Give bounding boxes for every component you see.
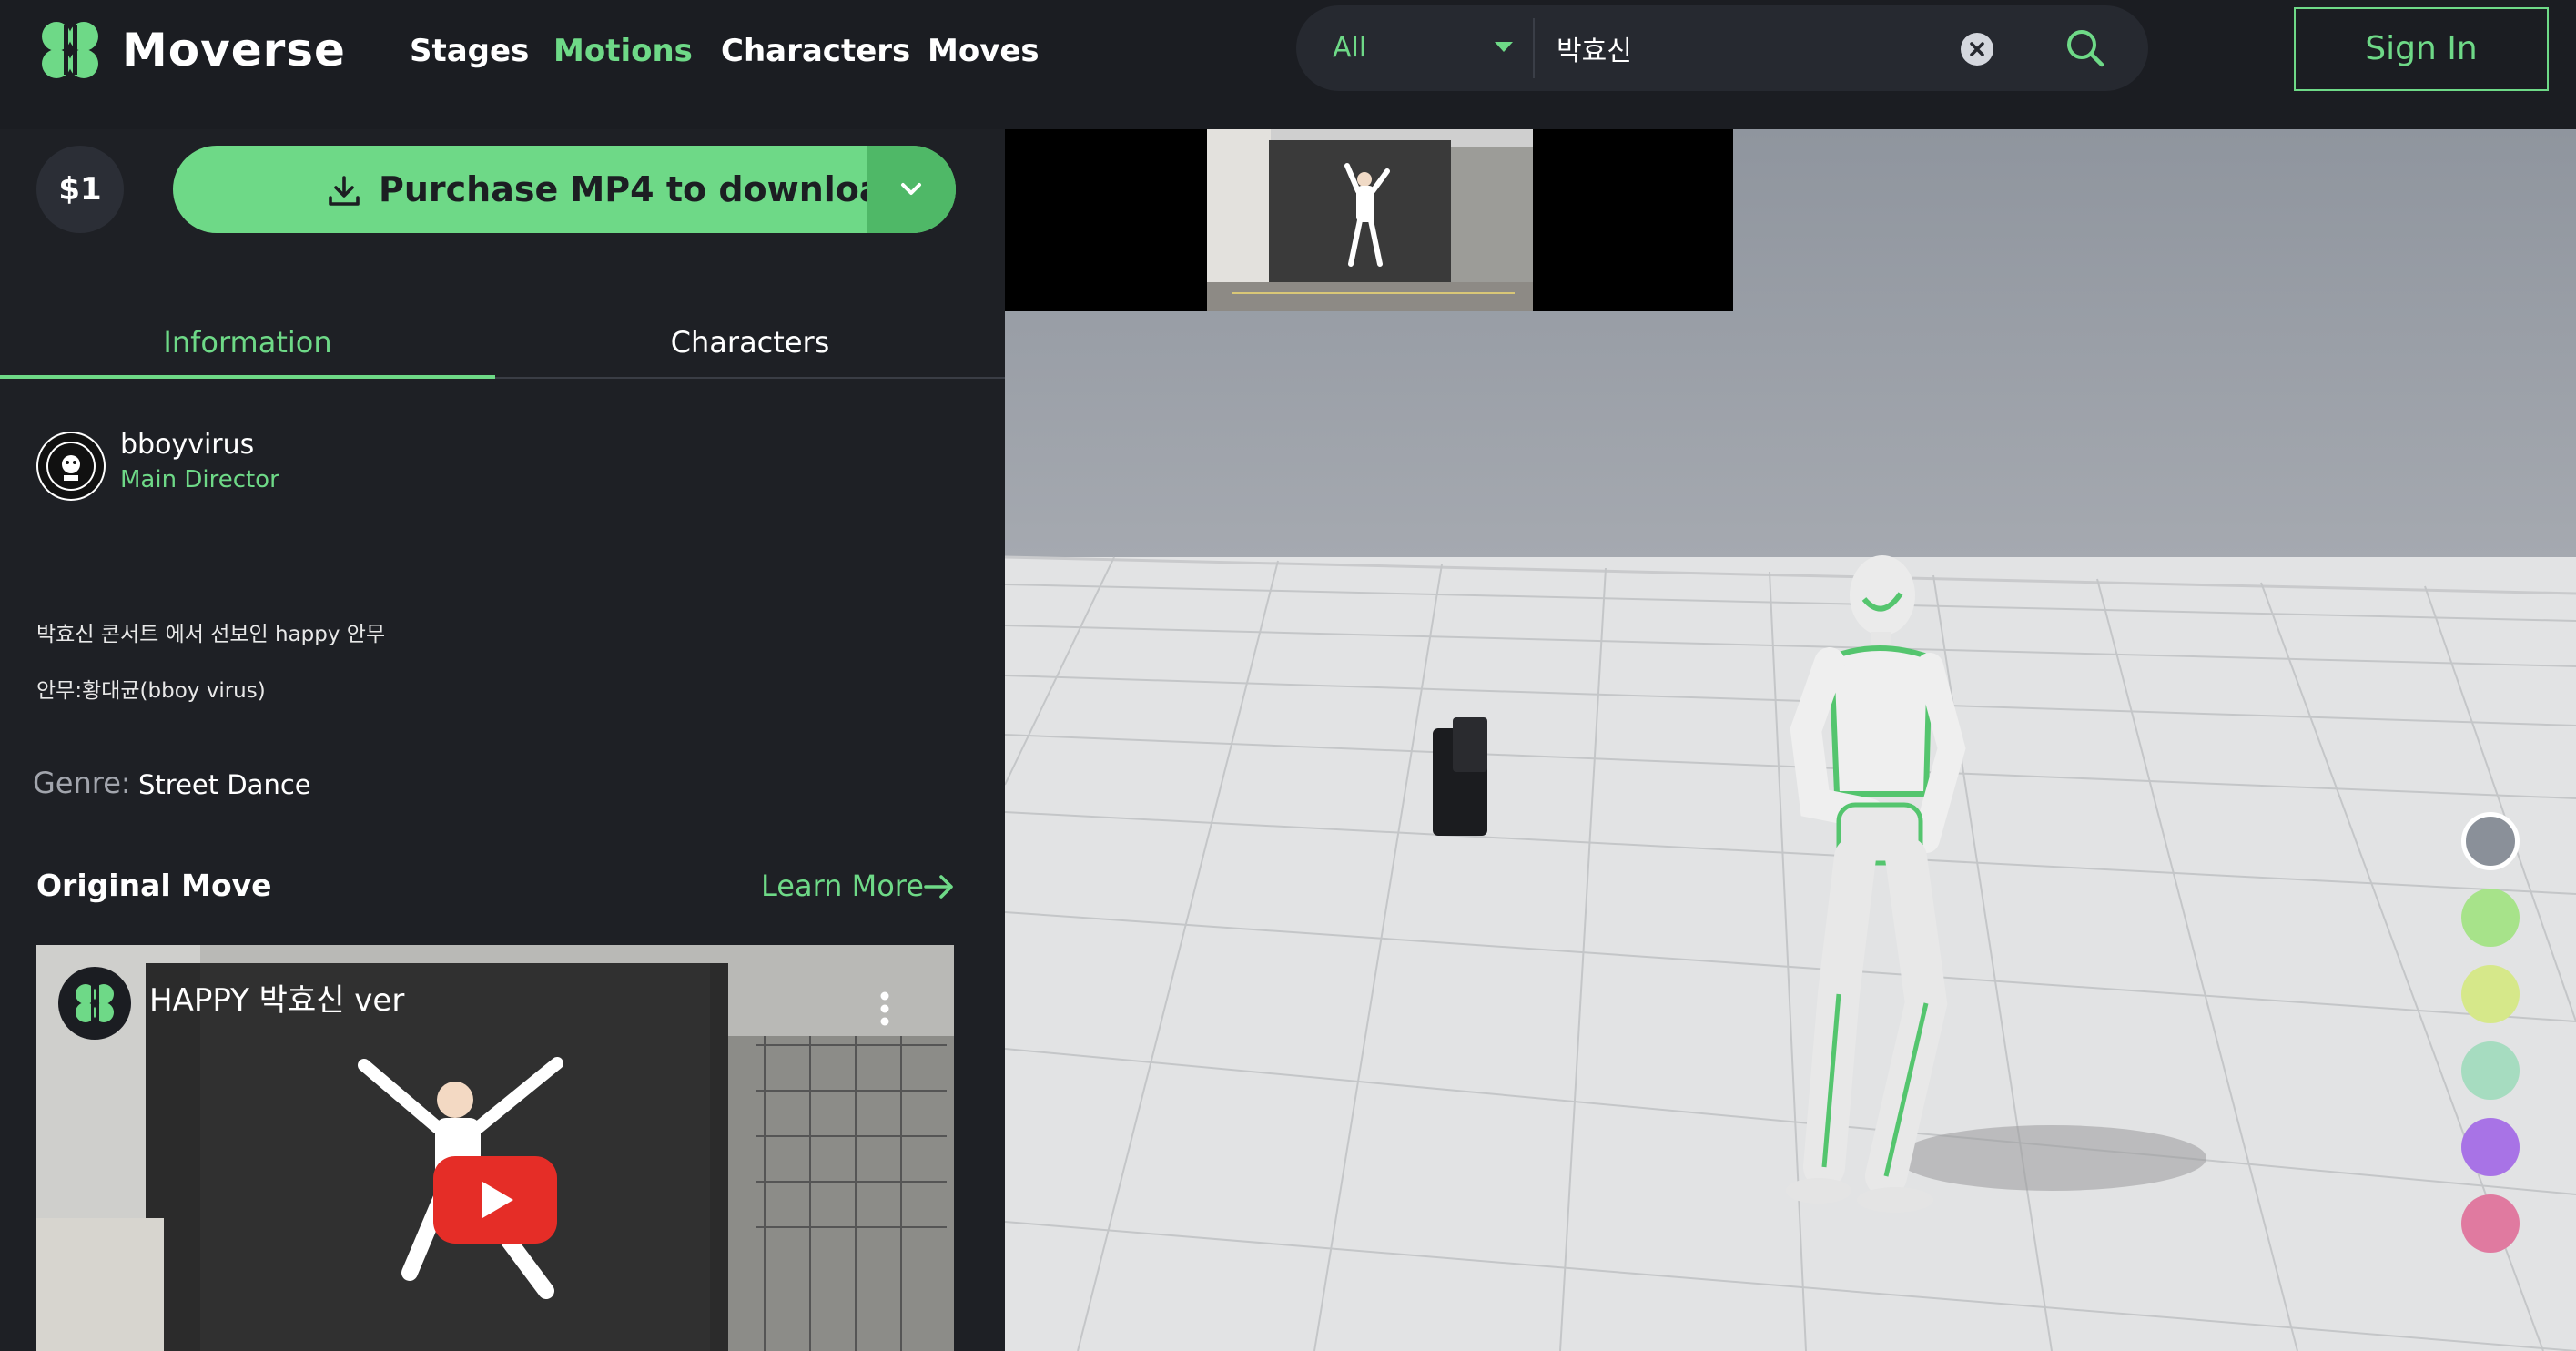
color-swatch-mint[interactable] (2461, 1041, 2520, 1100)
3d-scene (1005, 129, 2576, 1351)
search-divider (1533, 18, 1535, 78)
sign-in-button[interactable]: Sign In (2294, 7, 2549, 91)
chevron-down-icon (901, 183, 921, 195)
avatar[interactable] (36, 432, 106, 501)
nav-characters[interactable]: Characters (721, 31, 910, 71)
brand-name[interactable]: Moverse (122, 18, 346, 82)
color-swatch-lime[interactable] (2461, 965, 2520, 1023)
search-input[interactable] (1555, 18, 1955, 78)
tab-information[interactable]: Information (0, 308, 495, 377)
original-move-heading: Original Move (36, 868, 272, 903)
color-swatch-pink[interactable] (2461, 1194, 2520, 1253)
description-line: 박효신 콘서트 에서 선보인 happy 안무 (36, 623, 386, 646)
motion-3d-viewport[interactable] (1005, 129, 2576, 1351)
purchase-button[interactable]: Purchase MP4 to download (173, 146, 956, 233)
purchase-options-toggle[interactable] (867, 146, 956, 233)
genre-value: Street Dance (138, 769, 311, 800)
download-icon (329, 176, 360, 206)
search-bar: All (1296, 5, 2148, 91)
purchase-button-label: Purchase MP4 to download (379, 169, 908, 209)
nav-moves[interactable]: Moves (928, 31, 1040, 71)
author-role: Main Director (120, 466, 279, 493)
detail-tabs: Information Characters (0, 308, 1005, 379)
tab-characters[interactable]: Characters (502, 308, 998, 377)
video-title: HAPPY 박효신 ver (149, 982, 405, 1019)
reference-video-thumbnail[interactable] (1005, 129, 1733, 311)
clear-icon[interactable] (1961, 33, 1993, 66)
youtube-play-icon[interactable] (433, 1156, 557, 1244)
youtube-video-embed[interactable]: HAPPY 박효신 ver (36, 945, 954, 1351)
nav-motions[interactable]: Motions (553, 31, 693, 71)
arrow-right-icon[interactable] (923, 872, 956, 901)
channel-logo-icon[interactable] (58, 967, 131, 1040)
genre-label: Genre: (33, 766, 131, 800)
moverse-logo-icon[interactable] (40, 20, 100, 80)
search-icon[interactable] (2064, 27, 2106, 69)
author-name[interactable]: bboyvirus (120, 426, 254, 464)
price-badge: $1 (36, 146, 124, 233)
motion-details-panel: $1 Purchase MP4 to download Information … (0, 129, 1005, 1351)
search-category-select[interactable]: All (1333, 5, 1366, 91)
color-swatch-purple[interactable] (2461, 1118, 2520, 1176)
play-triangle (482, 1182, 513, 1218)
top-navbar: Moverse Stages Motions Characters Moves … (0, 0, 2576, 129)
color-swatch-white[interactable] (2461, 812, 2520, 870)
nav-stages[interactable]: Stages (410, 31, 529, 71)
learn-more-link[interactable]: Learn More (761, 865, 924, 907)
description-line: 안무:황대균(bboy virus) (36, 679, 266, 703)
character-color-picker (2461, 812, 2520, 1254)
more-vertical-icon[interactable] (879, 990, 890, 1027)
color-swatch-green[interactable] (2461, 889, 2520, 947)
chevron-down-icon[interactable] (1495, 42, 1513, 52)
active-tab-indicator (0, 375, 495, 379)
